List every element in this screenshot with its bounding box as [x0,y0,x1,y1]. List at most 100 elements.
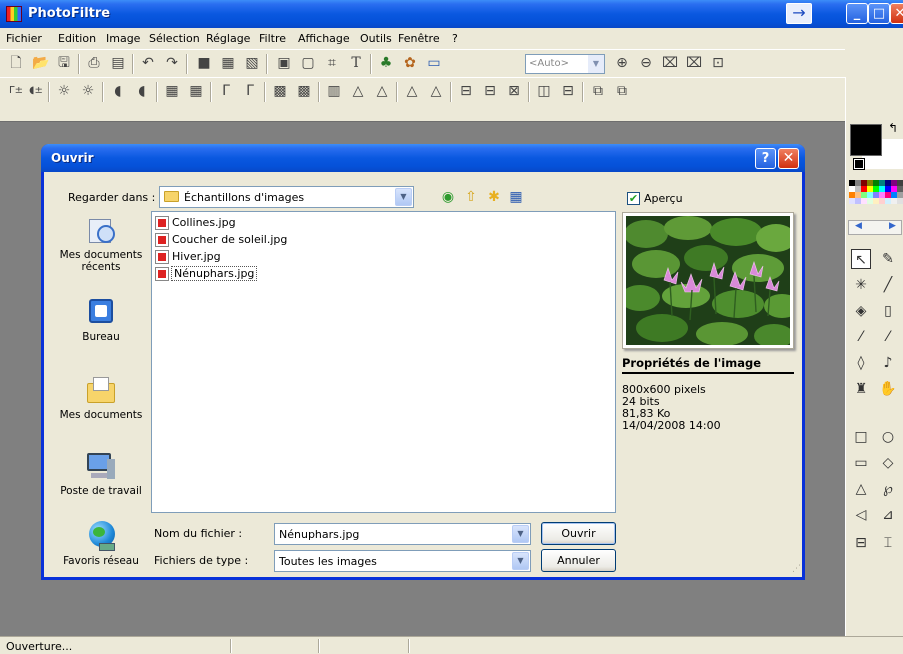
place-my-documents[interactable]: Mes documents [57,373,145,421]
fit-window-icon[interactable]: ⌧ [662,55,678,71]
polygon-icon[interactable]: ◁ [851,505,871,525]
auto-contrast-icon[interactable]: ◖± [28,83,44,99]
rounded-rect-icon[interactable]: ▭ [851,453,871,473]
menu-fenetre[interactable]: Fenêtre [398,32,440,45]
blur-icon[interactable]: △ [374,83,390,99]
chevron-down-icon[interactable]: ▼ [512,552,529,570]
magic-wand-icon[interactable]: ✳ [851,275,871,295]
align-icon[interactable]: ⊟ [851,533,871,553]
brightness-minus-icon[interactable]: ☼ [56,83,72,99]
menu-fichier[interactable]: Fichier [6,32,42,45]
text-cursor-icon[interactable]: ⌶ [878,533,898,553]
filetype-select[interactable]: Toutes les images ▼ [274,550,531,572]
menu-help[interactable]: ? [452,32,458,45]
image-size-icon[interactable]: ▣ [276,55,292,71]
full-screen-icon[interactable]: ⊡ [710,55,726,71]
menu-edition[interactable]: Edition [58,32,96,45]
open-button[interactable]: Ouvrir [541,522,616,545]
zoom-select[interactable]: <Auto> ▼ [525,54,605,74]
paint-bucket-icon[interactable]: ◈ [851,301,871,321]
fill-icon[interactable]: ■ [196,55,212,71]
menu-outils[interactable]: Outils [360,32,392,45]
saturation-minus-icon[interactable]: ▦ [164,83,180,99]
reset-colors-icon[interactable] [853,158,865,170]
menu-reglage[interactable]: Réglage [206,32,250,45]
menu-selection[interactable]: Sélection [149,32,200,45]
diamond-shape-icon[interactable]: ◇ [878,453,898,473]
resize-grip-icon[interactable]: ⋰ [792,564,801,574]
triangle-shape-icon[interactable]: △ [851,479,871,499]
soften-icon[interactable]: △ [350,83,366,99]
help-button[interactable]: ? [755,148,776,169]
grid-icon[interactable]: ▦ [220,55,236,71]
line-tool-icon[interactable]: ╱ [878,275,898,295]
mirror-icon[interactable]: ◫ [536,83,552,99]
rotate-icon[interactable]: ⊠ [506,83,522,99]
gamma-minus-icon[interactable]: Γ [218,83,234,99]
split-icon[interactable]: ⊟ [560,83,576,99]
chevron-right-icon[interactable]: ▶ [889,221,896,231]
place-network[interactable]: Favoris réseau [57,519,145,567]
transparency-icon[interactable]: ▧ [244,55,260,71]
saturation-plus-icon[interactable]: ▦ [188,83,204,99]
place-my-computer[interactable]: Poste de travail [57,449,145,497]
maximize-button[interactable]: □ [868,3,890,24]
spray-icon[interactable]: ▯ [878,301,898,321]
new-folder-icon[interactable]: ✱ [485,188,503,206]
place-desktop[interactable]: Bureau [57,295,145,343]
save-icon[interactable]: 🖫 [56,55,72,71]
sharpen-icon[interactable]: △ [404,83,420,99]
selection-tool-icon[interactable]: ↖ [851,249,871,269]
arrow-right-icon[interactable]: → [786,3,812,24]
automation-icon[interactable]: ⧉ [590,83,606,99]
canvas-size-icon[interactable]: ▢ [300,55,316,71]
text-icon[interactable]: T [348,55,364,71]
flip-horizontal-icon[interactable]: ⊟ [458,83,474,99]
cancel-button[interactable]: Annuler [541,549,616,572]
advanced-brush-icon[interactable]: ⁄ [878,327,898,347]
dialog-close-button[interactable]: ✕ [778,148,799,169]
brush-icon[interactable]: ⁄ [851,327,871,347]
place-recent-documents[interactable]: Mes documents récents [57,213,145,273]
blur-drop-icon[interactable]: ◊ [851,353,871,373]
brightness-plus-icon[interactable]: ☼ [80,83,96,99]
redo-icon[interactable]: ↷ [164,55,180,71]
contrast-minus-icon[interactable]: ◖ [110,83,126,99]
crop-icon[interactable]: ⌗ [324,55,340,71]
hand-icon[interactable]: ✋ [878,379,898,399]
file-list[interactable]: Collines.jpg Coucher de soleil.jpg Hiver… [151,211,616,513]
smudge-icon[interactable]: ♪ [878,353,898,373]
plugin-icon[interactable]: ✿ [402,55,418,71]
undo-icon[interactable]: ↶ [140,55,156,71]
zoom-out-icon[interactable]: ⊖ [638,55,654,71]
sepia-icon[interactable]: ▩ [296,83,312,99]
chevron-left-icon[interactable]: ◀ [855,221,862,231]
load-selection-icon[interactable]: ⊿ [878,505,898,525]
foreground-color-swatch[interactable] [850,124,882,156]
color-swatches[interactable] [849,180,903,216]
chevron-down-icon[interactable]: ▼ [395,188,412,206]
color-picker-icon[interactable]: ✎ [878,249,898,269]
chevron-down-icon[interactable]: ▼ [588,55,604,73]
chevron-down-icon[interactable]: ▼ [512,525,529,543]
menu-image[interactable]: Image [106,32,140,45]
window-icon[interactable]: ▭ [426,55,442,71]
app-titlebar[interactable]: PhotoFiltre → _ □ ✕ [0,0,903,28]
close-button[interactable]: ✕ [890,3,903,24]
back-icon[interactable]: ◉ [439,188,457,206]
new-file-icon[interactable]: 🗋 [8,55,24,71]
explorer-icon[interactable]: ♣ [378,55,394,71]
menu-affichage[interactable]: Affichage [298,32,350,45]
grayscale-icon[interactable]: ▩ [272,83,288,99]
flip-vertical-icon[interactable]: ⊟ [482,83,498,99]
noise-icon[interactable]: ▥ [326,83,342,99]
sharpen-more-icon[interactable]: △ [428,83,444,99]
filename-field[interactable]: Nénuphars.jpg ▼ [274,523,531,545]
rectangle-shape-icon[interactable]: □ [851,427,871,447]
contrast-plus-icon[interactable]: ◖ [134,83,150,99]
ellipse-shape-icon[interactable]: ○ [878,427,898,447]
preview-checkbox[interactable]: ✔ [627,192,640,205]
open-folder-icon[interactable]: 📂 [32,55,49,71]
gamma-plus-icon[interactable]: Γ [242,83,258,99]
scanner-icon[interactable]: ▤ [110,55,126,71]
